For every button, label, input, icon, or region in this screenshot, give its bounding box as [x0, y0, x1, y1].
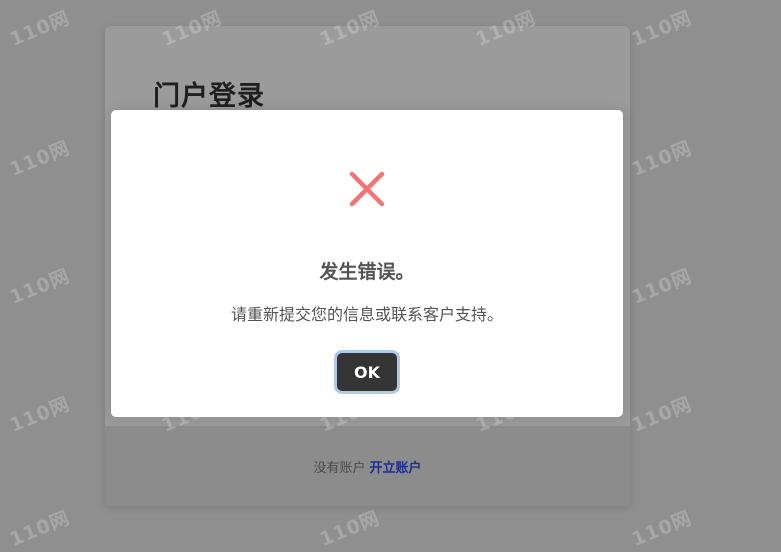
watermark: 110网: [628, 506, 696, 551]
open-account-link[interactable]: 开立账户: [370, 457, 422, 476]
watermark: 110网: [628, 392, 696, 437]
dialog-title: 发生错误。: [319, 261, 415, 283]
watermark: 110网: [628, 264, 696, 309]
error-dialog: 发生错误。 请重新提交您的信息或联系客户支持。 OK: [111, 110, 623, 417]
page-title: 门户登录: [153, 81, 265, 112]
watermark: 110网: [628, 6, 696, 51]
watermark: 110网: [316, 506, 384, 551]
ok-button[interactable]: OK: [337, 353, 397, 391]
watermark: 110网: [6, 264, 74, 309]
dialog-message: 请重新提交您的信息或联系客户支持。: [230, 305, 503, 324]
watermark: 110网: [6, 392, 74, 437]
watermark: 110网: [6, 136, 74, 181]
watermark: 110网: [6, 506, 74, 551]
login-footer: 没有账户 开立账户: [105, 426, 630, 506]
watermark: 110网: [6, 6, 74, 51]
watermark: 110网: [628, 136, 696, 181]
no-account-text: 没有账户: [313, 460, 366, 476]
error-x-icon: [349, 171, 385, 207]
